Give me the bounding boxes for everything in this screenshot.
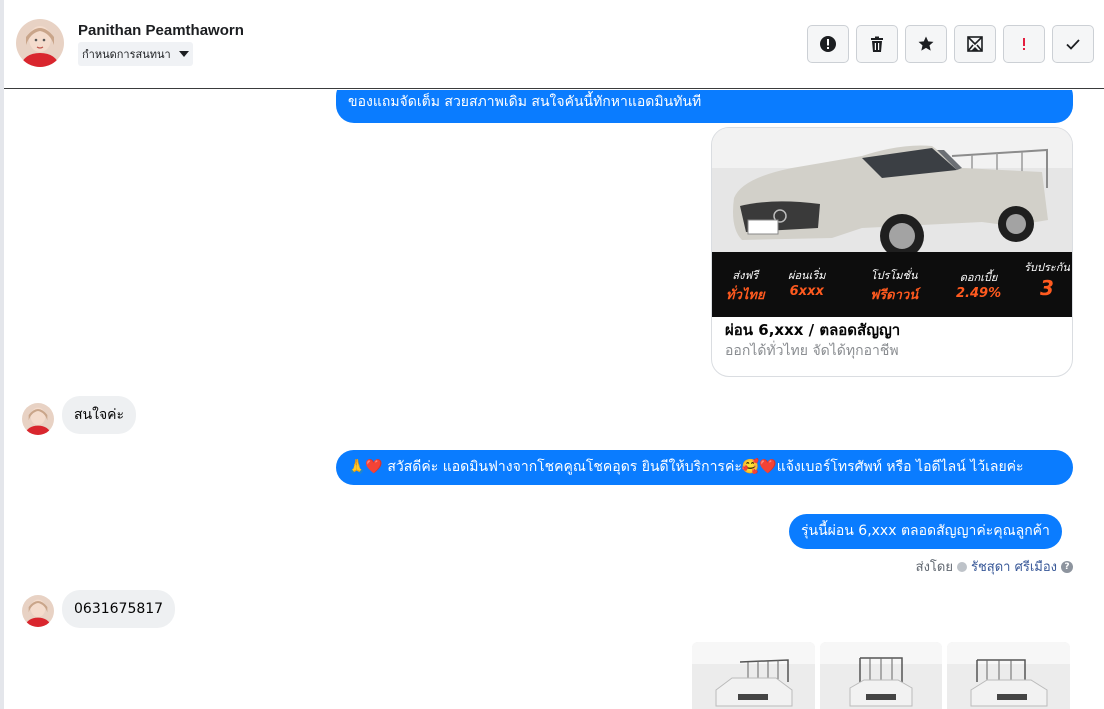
help-icon[interactable]: ? <box>1061 560 1073 573</box>
message-text: รุ่นนี้ผ่อน 6,xxx ตลอดสัญญาค่ะคุณลูกค้า <box>801 523 1050 539</box>
truck-photo[interactable]: ส่งฟรี ทั่วไทย ผ่อนเริ่ม 6xxx โปรโมชั่น … <box>712 128 1072 317</box>
promo-banner: ส่งฟรี ทั่วไทย ผ่อนเริ่ม 6xxx โปรโมชั่น … <box>712 252 1072 317</box>
contact-avatar[interactable] <box>16 19 64 67</box>
image-thumbnail[interactable] <box>692 642 815 709</box>
sender-avatar[interactable] <box>22 403 54 435</box>
image-thumbnail[interactable] <box>820 642 942 709</box>
mark-important-button[interactable] <box>807 25 849 63</box>
product-card[interactable]: ส่งฟรี ทั่วไทย ผ่อนเริ่ม 6xxx โปรโมชั่น … <box>711 127 1073 377</box>
promo-item: ดอกเบี้ย 2.49% <box>956 271 1002 301</box>
spam-icon <box>1023 38 1025 50</box>
promo-item: ผ่อนเริ่ม 6xxx <box>788 269 826 299</box>
trash-icon <box>871 36 883 52</box>
truck-thumbnail-image <box>820 642 942 709</box>
promo-item: โปรโมชั่น ฟรีดาวน์ <box>870 269 919 303</box>
outgoing-message[interactable]: 🙏❤️ สวัสดีค่ะ แอดมินฟางจากโชคคูณโชคอุดร … <box>336 450 1073 485</box>
agent-status-icon <box>956 561 967 572</box>
card-subtitle: ออกได้ทั่วไทย จัดได้ทุกอาชีพ <box>725 343 899 359</box>
promo-item: ส่งฟรี ทั่วไทย <box>726 269 765 303</box>
messenger-inbox: Panithan Peamthaworn กำหนดการสนทนา ของแถ… <box>0 0 1104 709</box>
contact-name[interactable]: Panithan Peamthaworn <box>78 22 244 39</box>
move-to-done-button[interactable] <box>954 25 996 63</box>
delete-button[interactable] <box>856 25 898 63</box>
pickup-truck-image <box>712 128 1072 258</box>
caret-down-icon <box>178 51 189 57</box>
sent-by-label: ส่งโดย <box>915 560 953 575</box>
sender-avatar[interactable] <box>22 595 54 627</box>
card-title[interactable]: ผ่อน 6,xxx / ตลอดสัญญา <box>725 318 900 342</box>
message-text: 🙏❤️ สวัสดีค่ะ แอดมินฟางจากโชคคูณโชคอุดร … <box>348 459 1024 475</box>
star-button[interactable] <box>905 25 947 63</box>
message-text: ของแถมจัดเต็ม สวยสภาพเดิม สนใจคันนี้ทักห… <box>348 94 702 110</box>
conversation-label-dropdown[interactable]: กำหนดการสนทนา <box>78 42 193 66</box>
conversation-toolbar <box>807 25 1094 63</box>
label-dropdown-text: กำหนดการสนทนา <box>82 48 171 61</box>
mark-done-button[interactable] <box>1052 25 1094 63</box>
incoming-message[interactable]: 0631675817 <box>62 590 176 628</box>
sent-by-name[interactable]: รัชสุดา ศรีเมือง <box>971 556 1057 577</box>
incoming-message[interactable]: สนใจค่ะ <box>62 396 137 434</box>
message-text: 0631675817 <box>74 601 164 617</box>
message-thread[interactable]: ของแถมจัดเต็ม สวยสภาพเดิม สนใจคันนี้ทักห… <box>4 90 1104 709</box>
outgoing-message[interactable]: ของแถมจัดเต็ม สวยสภาพเดิม สนใจคันนี้ทักห… <box>336 90 1073 123</box>
star-icon <box>918 36 934 51</box>
exclamation-icon <box>820 36 836 52</box>
archive-mail-icon <box>967 36 983 52</box>
outgoing-message[interactable]: รุ่นนี้ผ่อน 6,xxx ตลอดสัญญาค่ะคุณลูกค้า <box>789 514 1062 549</box>
truck-thumbnail-image <box>947 642 1070 709</box>
check-icon <box>1066 39 1080 50</box>
image-attachments <box>692 642 1070 709</box>
mark-spam-button[interactable] <box>1003 25 1045 63</box>
sent-by-info: ส่งโดย รัชสุดา ศรีเมือง ? <box>916 556 1073 577</box>
truck-thumbnail-image <box>692 642 815 709</box>
conversation-header: Panithan Peamthaworn กำหนดการสนทนา <box>4 0 1104 89</box>
message-text: สนใจค่ะ <box>74 407 125 423</box>
image-thumbnail[interactable] <box>947 642 1070 709</box>
promo-item: รับประกัน 3 <box>1024 261 1070 300</box>
